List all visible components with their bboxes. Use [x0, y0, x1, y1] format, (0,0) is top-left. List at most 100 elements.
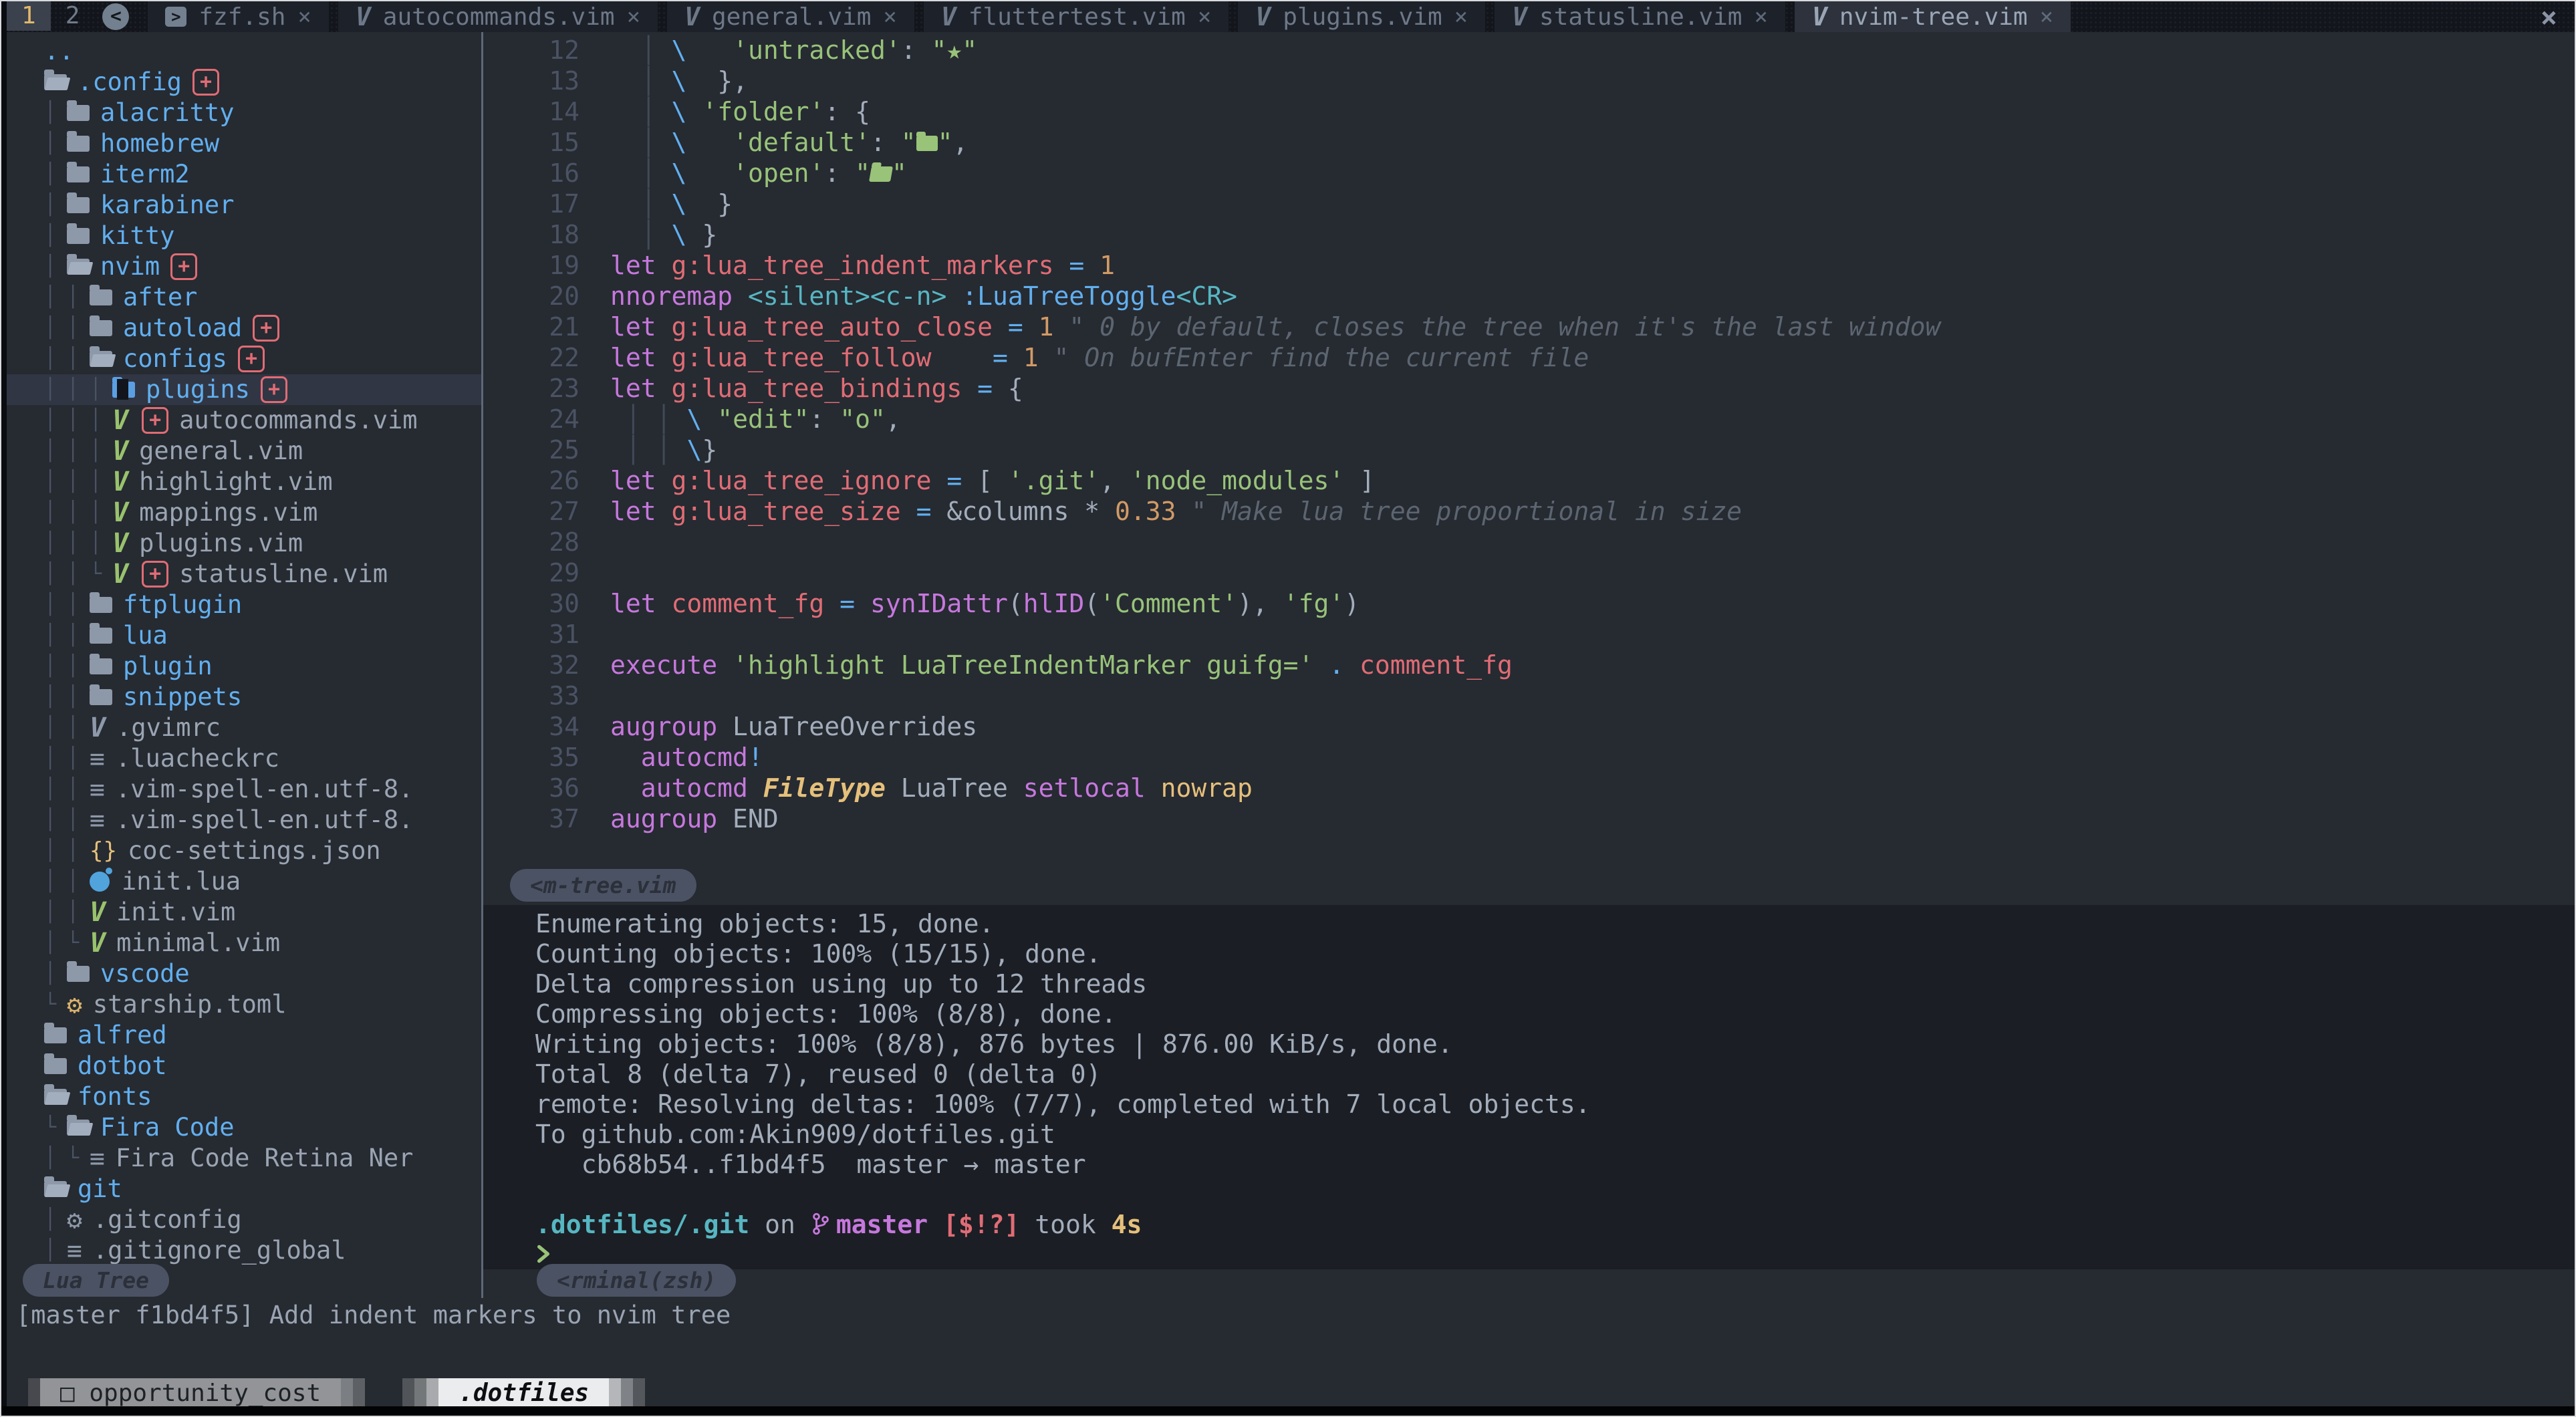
tree-item-..[interactable]: ..	[7, 36, 481, 67]
tree-indent-guides: ││	[44, 620, 90, 651]
code-line-32[interactable]: 32execute 'highlight LuaTreeIndentMarker…	[483, 650, 2575, 680]
tree-item-kitty[interactable]: │kitty	[7, 221, 481, 251]
code-line-14[interactable]: 14 │ \ 'folder': {	[483, 96, 2575, 127]
code-line-35[interactable]: 35 autocmd!	[483, 742, 2575, 773]
tmux-window-1[interactable]: □ opportunity_cost	[28, 1378, 365, 1409]
tree-item-highlight.vim[interactable]: │││Vhighlight.vim	[7, 467, 481, 497]
tree-item-init.vim[interactable]: ││Vinit.vim	[7, 897, 481, 928]
tree-item-general.vim[interactable]: │││Vgeneral.vim	[7, 436, 481, 467]
code-line-30[interactable]: 30let comment_fg = synIDattr(hlID('Comme…	[483, 588, 2575, 619]
tree-item-mappings.vim[interactable]: │││Vmappings.vim	[7, 497, 481, 528]
code-editor[interactable]: 12 │ \ 'untracked': "★"13 │ \ },14 │ \ '…	[483, 32, 2575, 834]
tab-fluttertest.vim[interactable]: Vfluttertest.vim×	[924, 1, 1229, 32]
tabpage-2[interactable]: 2	[51, 1, 95, 31]
tab-nvim-tree.vim[interactable]: Vnvim-tree.vim×	[1795, 1, 2071, 32]
code-line-34[interactable]: 34augroup LuaTreeOverrides	[483, 711, 2575, 742]
tree-item-Fira Code[interactable]: └Fira Code	[7, 1112, 481, 1143]
tab-close-icon[interactable]: ×	[883, 3, 896, 30]
tree-item-git[interactable]: git	[7, 1174, 481, 1204]
tree-item-after[interactable]: ││after	[7, 282, 481, 313]
tree-item-.vim-spell-en.utf-8.[interactable]: ││≡.vim-spell-en.utf-8.	[7, 805, 481, 835]
tree-item-homebrew[interactable]: │homebrew	[7, 128, 481, 159]
terminal-pane[interactable]: Enumerating objects: 15, done.Counting o…	[483, 905, 2575, 1269]
code-line-15[interactable]: 15 │ \ 'default': "",	[483, 127, 2575, 158]
tree-indent-guides: │││	[44, 497, 112, 528]
code-line-12[interactable]: 12 │ \ 'untracked': "★"	[483, 35, 2575, 66]
tree-item-vscode[interactable]: │vscode	[7, 958, 481, 989]
folder-icon	[67, 228, 90, 244]
tree-item-label: iterm2	[100, 159, 190, 190]
session-back-icon[interactable]: <	[102, 3, 129, 30]
code-line-18[interactable]: 18 │ \ }	[483, 219, 2575, 250]
file-tree-pane[interactable]: ...config+│alacritty│homebrew│iterm2│kar…	[7, 32, 481, 1298]
tab-close-icon[interactable]: ×	[1754, 3, 1767, 30]
tree-item-autocommands.vim[interactable]: │││V+autocommands.vim	[7, 405, 481, 436]
git-modified-badge: +	[170, 253, 197, 280]
code-line-16[interactable]: 16 │ \ 'open': ""	[483, 158, 2575, 188]
tree-item-nvim[interactable]: │nvim+	[7, 251, 481, 282]
tab-close-icon[interactable]: ×	[1454, 3, 1468, 30]
tree-item-dotbot[interactable]: dotbot	[7, 1051, 481, 1081]
tree-item-snippets[interactable]: ││snippets	[7, 682, 481, 713]
tree-item-plugin[interactable]: ││plugin	[7, 651, 481, 682]
tree-indent-guides: ││	[44, 743, 90, 774]
tree-item-statusline.vim[interactable]: ││└V+statusline.vim	[7, 559, 481, 590]
code-line-27[interactable]: 27let g:lua_tree_size = &columns * 0.33 …	[483, 496, 2575, 527]
tree-item-coc-settings.json[interactable]: ││{}coc-settings.json	[7, 835, 481, 866]
tree-item-.gitignore_global[interactable]: │≡.gitignore_global	[7, 1235, 481, 1266]
tree-item-alfred[interactable]: alfred	[7, 1020, 481, 1051]
tree-item-plugins[interactable]: │││plugins+	[7, 374, 481, 405]
tree-item-lua[interactable]: ││lua	[7, 620, 481, 651]
code-line-26[interactable]: 26let g:lua_tree_ignore = [ '.git', 'nod…	[483, 465, 2575, 496]
tree-indent-guides: │││	[44, 528, 112, 559]
tree-item-Fira Code Retina Ner[interactable]: │└≡Fira Code Retina Ner	[7, 1143, 481, 1174]
tree-item-.vim-spell-en.utf-8.[interactable]: ││≡.vim-spell-en.utf-8.	[7, 774, 481, 805]
tree-item-starship.toml[interactable]: └⚙starship.toml	[7, 989, 481, 1020]
code-line-37[interactable]: 37augroup END	[483, 803, 2575, 834]
tab-general.vim[interactable]: Vgeneral.vim×	[667, 1, 914, 32]
tab-close-icon[interactable]: ×	[2040, 3, 2053, 30]
tabpage-1[interactable]: 1	[7, 1, 51, 31]
tab-statusline.vim[interactable]: Vstatusline.vim×	[1495, 1, 1785, 32]
tab-close-icon[interactable]: ×	[627, 3, 640, 30]
tree-indent-guides: ││	[44, 805, 90, 835]
tree-item-fonts[interactable]: fonts	[7, 1081, 481, 1112]
code-line-36[interactable]: 36 autocmd FileType LuaTree setlocal now…	[483, 773, 2575, 803]
code-line-33[interactable]: 33	[483, 680, 2575, 711]
code-line-31[interactable]: 31	[483, 619, 2575, 650]
code-line-13[interactable]: 13 │ \ },	[483, 66, 2575, 96]
tab-plugins.vim[interactable]: Vplugins.vim×	[1238, 1, 1485, 32]
code-line-19[interactable]: 19let g:lua_tree_indent_markers = 1	[483, 250, 2575, 281]
code-line-21[interactable]: 21let g:lua_tree_auto_close = 1 " 0 by d…	[483, 311, 2575, 342]
code-line-29[interactable]: 29	[483, 557, 2575, 588]
tab-close-icon[interactable]: ×	[1198, 3, 1211, 30]
tree-item-iterm2[interactable]: │iterm2	[7, 159, 481, 190]
tab-fzf.sh[interactable]: >fzf.sh×	[148, 1, 329, 32]
close-all-icon[interactable]: ×	[2541, 1, 2557, 33]
code-line-17[interactable]: 17 │ \ }	[483, 188, 2575, 219]
tree-item-alacritty[interactable]: │alacritty	[7, 98, 481, 128]
code-line-22[interactable]: 22let g:lua_tree_follow = 1 " On bufEnte…	[483, 342, 2575, 373]
code-line-24[interactable]: 24 │ │ \ "edit": "o",	[483, 404, 2575, 434]
tree-item-configs[interactable]: ││configs+	[7, 344, 481, 374]
code-line-23[interactable]: 23let g:lua_tree_bindings = {	[483, 373, 2575, 404]
tree-item-.gitconfig[interactable]: │⚙.gitconfig	[7, 1204, 481, 1235]
tab-autocommands.vim[interactable]: Vautocommands.vim×	[338, 1, 658, 32]
code-line-25[interactable]: 25 │ │ \}	[483, 434, 2575, 465]
tree-item-.gvimrc[interactable]: ││V.gvimrc	[7, 713, 481, 743]
text-file-icon: ≡	[90, 805, 105, 835]
tree-item-init.lua[interactable]: ││init.lua	[7, 866, 481, 897]
tree-item-.config[interactable]: .config+	[7, 67, 481, 98]
tree-item-label: alfred	[78, 1020, 167, 1051]
tmux-window-2[interactable]: .dotfiles	[402, 1378, 645, 1409]
code-line-28[interactable]: 28	[483, 527, 2575, 557]
tab-close-icon[interactable]: ×	[297, 3, 311, 30]
tree-item-ftplugin[interactable]: ││ftplugin	[7, 590, 481, 620]
tree-item-autoload[interactable]: ││autoload+	[7, 313, 481, 344]
tree-item-karabiner[interactable]: │karabiner	[7, 190, 481, 221]
tree-item-minimal.vim[interactable]: │└Vminimal.vim	[7, 928, 481, 958]
code-line-20[interactable]: 20nnoremap <silent><c-n> :LuaTreeToggle<…	[483, 281, 2575, 311]
tree-item-.luacheckrc[interactable]: ││≡.luacheckrc	[7, 743, 481, 774]
tree-item-plugins.vim[interactable]: │││Vplugins.vim	[7, 528, 481, 559]
window-left-edge	[1, 1, 7, 1406]
